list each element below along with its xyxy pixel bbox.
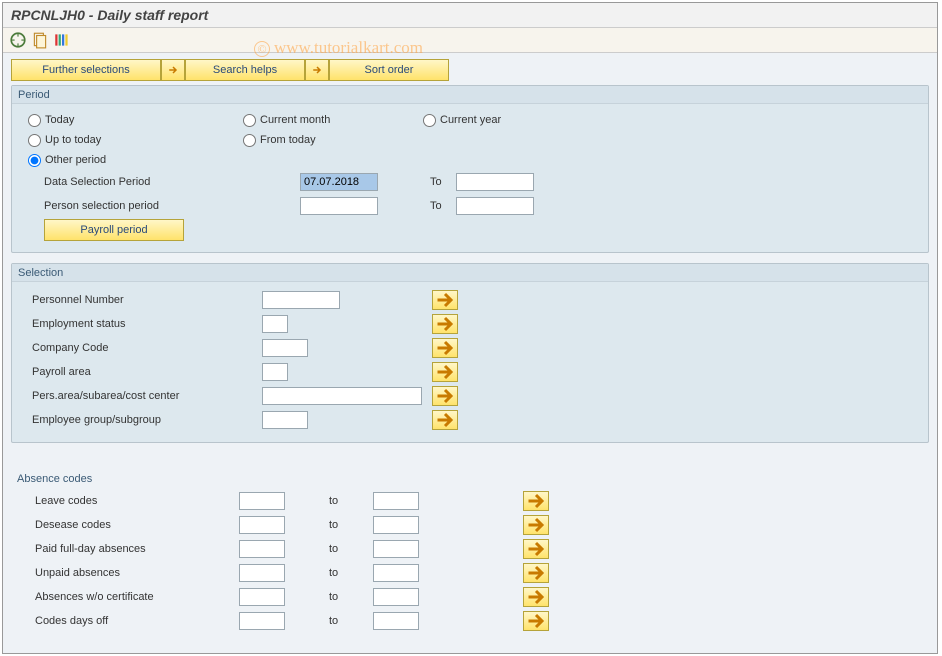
up-to-today-radio[interactable] <box>28 134 41 147</box>
payroll-area-multi-button[interactable] <box>432 362 458 382</box>
codes-days-off-multi-button[interactable] <box>523 611 549 631</box>
further-selections-button[interactable]: Further selections <box>11 59 161 81</box>
data-selection-period-label: Data Selection Period <box>20 176 248 188</box>
personnel-number-input[interactable] <box>262 291 340 309</box>
variant-icon[interactable] <box>31 31 49 49</box>
search-helps-button[interactable]: Search helps <box>185 59 305 81</box>
leave-codes-from-input[interactable] <box>239 492 285 510</box>
employment-status-input[interactable] <box>262 315 288 333</box>
table-row: Desease codes to <box>11 513 929 537</box>
personnel-number-multi-button[interactable] <box>432 290 458 310</box>
selection-group: Selection Personnel Number Employment st… <box>11 263 929 443</box>
data-selection-to-input[interactable] <box>456 173 534 191</box>
absences-wo-cert-to-input[interactable] <box>373 588 419 606</box>
to-label: to <box>329 591 373 603</box>
paid-absences-label: Paid full-day absences <box>11 543 239 555</box>
emp-group-multi-button[interactable] <box>432 410 458 430</box>
absences-wo-cert-multi-button[interactable] <box>523 587 549 607</box>
person-selection-from-input[interactable] <box>300 197 378 215</box>
data-selection-from-input[interactable] <box>300 173 378 191</box>
current-year-label: Current year <box>440 114 501 126</box>
period-group-title: Period <box>12 86 928 104</box>
current-month-label: Current month <box>260 114 330 126</box>
payroll-period-button[interactable]: Payroll period <box>44 219 184 241</box>
table-row: Leave codes to <box>11 489 929 513</box>
from-today-label: From today <box>260 134 316 146</box>
to-label: to <box>329 615 373 627</box>
absences-wo-cert-label: Absences w/o certificate <box>11 591 239 603</box>
desease-codes-label: Desease codes <box>11 519 239 531</box>
selection-group-title: Selection <box>12 264 928 282</box>
table-row: Paid full-day absences to <box>11 537 929 561</box>
payroll-area-label: Payroll area <box>20 366 262 378</box>
page-title: RPCNLJH0 - Daily staff report <box>3 3 937 28</box>
period-group: Period Today Current month Current year … <box>11 85 929 253</box>
search-helps-expand-icon[interactable] <box>305 59 329 81</box>
unpaid-absences-label: Unpaid absences <box>11 567 239 579</box>
unpaid-absences-multi-button[interactable] <box>523 563 549 583</box>
desease-codes-to-input[interactable] <box>373 516 419 534</box>
sort-order-button[interactable]: Sort order <box>329 59 449 81</box>
company-code-input[interactable] <box>262 339 308 357</box>
payroll-area-input[interactable] <box>262 363 288 381</box>
leave-codes-label: Leave codes <box>11 495 239 507</box>
company-code-label: Company Code <box>20 342 262 354</box>
to-label: to <box>329 543 373 555</box>
emp-group-input[interactable] <box>262 411 308 429</box>
current-month-radio[interactable] <box>243 114 256 127</box>
table-row: Codes days off to <box>11 609 929 633</box>
employment-status-label: Employment status <box>20 318 262 330</box>
unpaid-absences-to-input[interactable] <box>373 564 419 582</box>
other-period-radio[interactable] <box>28 154 41 167</box>
selection-buttons-row: Further selections Search helps Sort ord… <box>11 59 929 81</box>
leave-codes-multi-button[interactable] <box>523 491 549 511</box>
table-row: Absences w/o certificate to <box>11 585 929 609</box>
personnel-number-label: Personnel Number <box>20 294 262 306</box>
pers-area-label: Pers.area/subarea/cost center <box>20 390 262 402</box>
from-today-radio[interactable] <box>243 134 256 147</box>
color-legend-icon[interactable] <box>53 31 71 49</box>
up-to-today-label: Up to today <box>45 134 101 146</box>
execute-icon[interactable] <box>9 31 27 49</box>
absence-codes-title: Absence codes <box>11 471 929 489</box>
emp-group-label: Employee group/subgroup <box>20 414 262 426</box>
company-code-multi-button[interactable] <box>432 338 458 358</box>
app-toolbar <box>3 28 937 53</box>
codes-days-off-label: Codes days off <box>11 615 239 627</box>
paid-absences-multi-button[interactable] <box>523 539 549 559</box>
paid-absences-to-input[interactable] <box>373 540 419 558</box>
codes-days-off-to-input[interactable] <box>373 612 419 630</box>
today-label: Today <box>45 114 74 126</box>
desease-codes-multi-button[interactable] <box>523 515 549 535</box>
today-radio[interactable] <box>28 114 41 127</box>
further-selections-expand-icon[interactable] <box>161 59 185 81</box>
to-label: to <box>329 567 373 579</box>
paid-absences-from-input[interactable] <box>239 540 285 558</box>
table-row: Unpaid absences to <box>11 561 929 585</box>
absences-wo-cert-from-input[interactable] <box>239 588 285 606</box>
person-selection-to-input[interactable] <box>456 197 534 215</box>
to-label: to <box>329 519 373 531</box>
codes-days-off-from-input[interactable] <box>239 612 285 630</box>
person-selection-period-label: Person selection period <box>20 200 248 212</box>
leave-codes-to-input[interactable] <box>373 492 419 510</box>
unpaid-absences-from-input[interactable] <box>239 564 285 582</box>
employment-status-multi-button[interactable] <box>432 314 458 334</box>
other-period-label: Other period <box>45 154 106 166</box>
pers-area-input[interactable] <box>262 387 422 405</box>
current-year-radio[interactable] <box>423 114 436 127</box>
desease-codes-from-input[interactable] <box>239 516 285 534</box>
data-selection-to-label: To <box>420 176 456 188</box>
to-label: to <box>329 495 373 507</box>
pers-area-multi-button[interactable] <box>432 386 458 406</box>
person-selection-to-label: To <box>420 200 456 212</box>
